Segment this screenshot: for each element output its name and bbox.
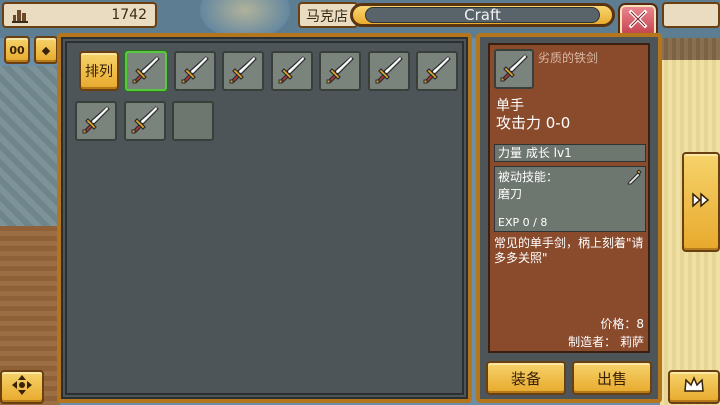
- skill-name: 磨刀: [498, 187, 523, 201]
- dpad-icon: [11, 374, 33, 400]
- passive-skill-box: 被动技能： 磨刀 EXP 0 / 8: [494, 166, 646, 232]
- item-attack: 攻击力 0-0: [496, 114, 571, 132]
- item-name: 劣质的铁剑: [538, 51, 599, 65]
- sword-icon: [325, 54, 355, 88]
- item-maker: 制造者： 莉萨: [568, 335, 644, 349]
- location-name: 马克店: [298, 2, 358, 28]
- double-chevron-right-icon: [691, 192, 711, 212]
- sort-button[interactable]: 排列: [79, 51, 119, 91]
- dpad-button[interactable]: [0, 370, 44, 404]
- item-detail-card: 劣质的铁剑 单手 攻击力 0-0 力量 成长 lv1 被动技能： 磨刀 EXP …: [488, 43, 650, 353]
- equip-button[interactable]: 装备: [486, 361, 566, 395]
- map-button[interactable]: ◆: [34, 36, 58, 64]
- inventory-slot[interactable]: [319, 51, 361, 91]
- inventory-slot[interactable]: [222, 51, 264, 91]
- window-title: Craft: [365, 7, 600, 23]
- inventory-slot[interactable]: [367, 51, 410, 91]
- inventory-grid: 排列: [65, 41, 464, 395]
- background-wall: [660, 38, 720, 62]
- sell-button[interactable]: 出售: [572, 361, 652, 395]
- inventory-slot[interactable]: [123, 101, 166, 141]
- skill-exp: EXP 0 / 8: [498, 216, 548, 229]
- inventory-slot[interactable]: [173, 51, 216, 91]
- building-icon: [12, 7, 28, 23]
- pencil-icon[interactable]: [626, 169, 642, 188]
- menu-button[interactable]: 00: [4, 36, 30, 64]
- inventory-slot[interactable]: [75, 101, 117, 141]
- skill-title: 被动技能：: [498, 170, 559, 184]
- diamond-icon: ◆: [41, 43, 51, 57]
- crown-button[interactable]: [668, 370, 720, 404]
- item-stat-row: 力量 成长 lv1: [494, 144, 646, 162]
- sword-icon: [130, 104, 160, 138]
- crown-icon: [683, 376, 705, 398]
- window-title-bar: Craft: [350, 3, 615, 27]
- item-icon-box: [494, 49, 534, 89]
- item-price: 价格：8: [600, 317, 644, 331]
- inventory-slot[interactable]: [270, 51, 313, 91]
- sword-icon: [499, 52, 529, 86]
- top-right-tab: [662, 2, 720, 28]
- close-icon: [628, 9, 648, 33]
- inventory-slot-empty[interactable]: [172, 101, 214, 141]
- money-display: 1742: [2, 2, 157, 28]
- item-description: 常见的单手剑，柄上刻着"请多多关照": [494, 236, 644, 265]
- item-detail-panel: 劣质的铁剑 单手 攻击力 0-0 力量 成长 lv1 被动技能： 磨刀 EXP …: [476, 33, 662, 403]
- inventory-panel: 排列: [57, 33, 472, 403]
- sword-icon: [180, 54, 210, 88]
- inventory-slot[interactable]: [125, 51, 167, 91]
- sword-icon: [131, 54, 161, 88]
- money-value: 1742: [111, 7, 147, 23]
- sword-icon: [277, 54, 307, 88]
- inventory-slot[interactable]: [416, 51, 458, 91]
- sword-icon: [228, 54, 258, 88]
- sword-icon: [374, 54, 404, 88]
- next-page-button[interactable]: [682, 152, 720, 252]
- background-stone: [0, 66, 60, 226]
- sword-icon: [81, 104, 111, 138]
- sword-icon: [422, 54, 452, 88]
